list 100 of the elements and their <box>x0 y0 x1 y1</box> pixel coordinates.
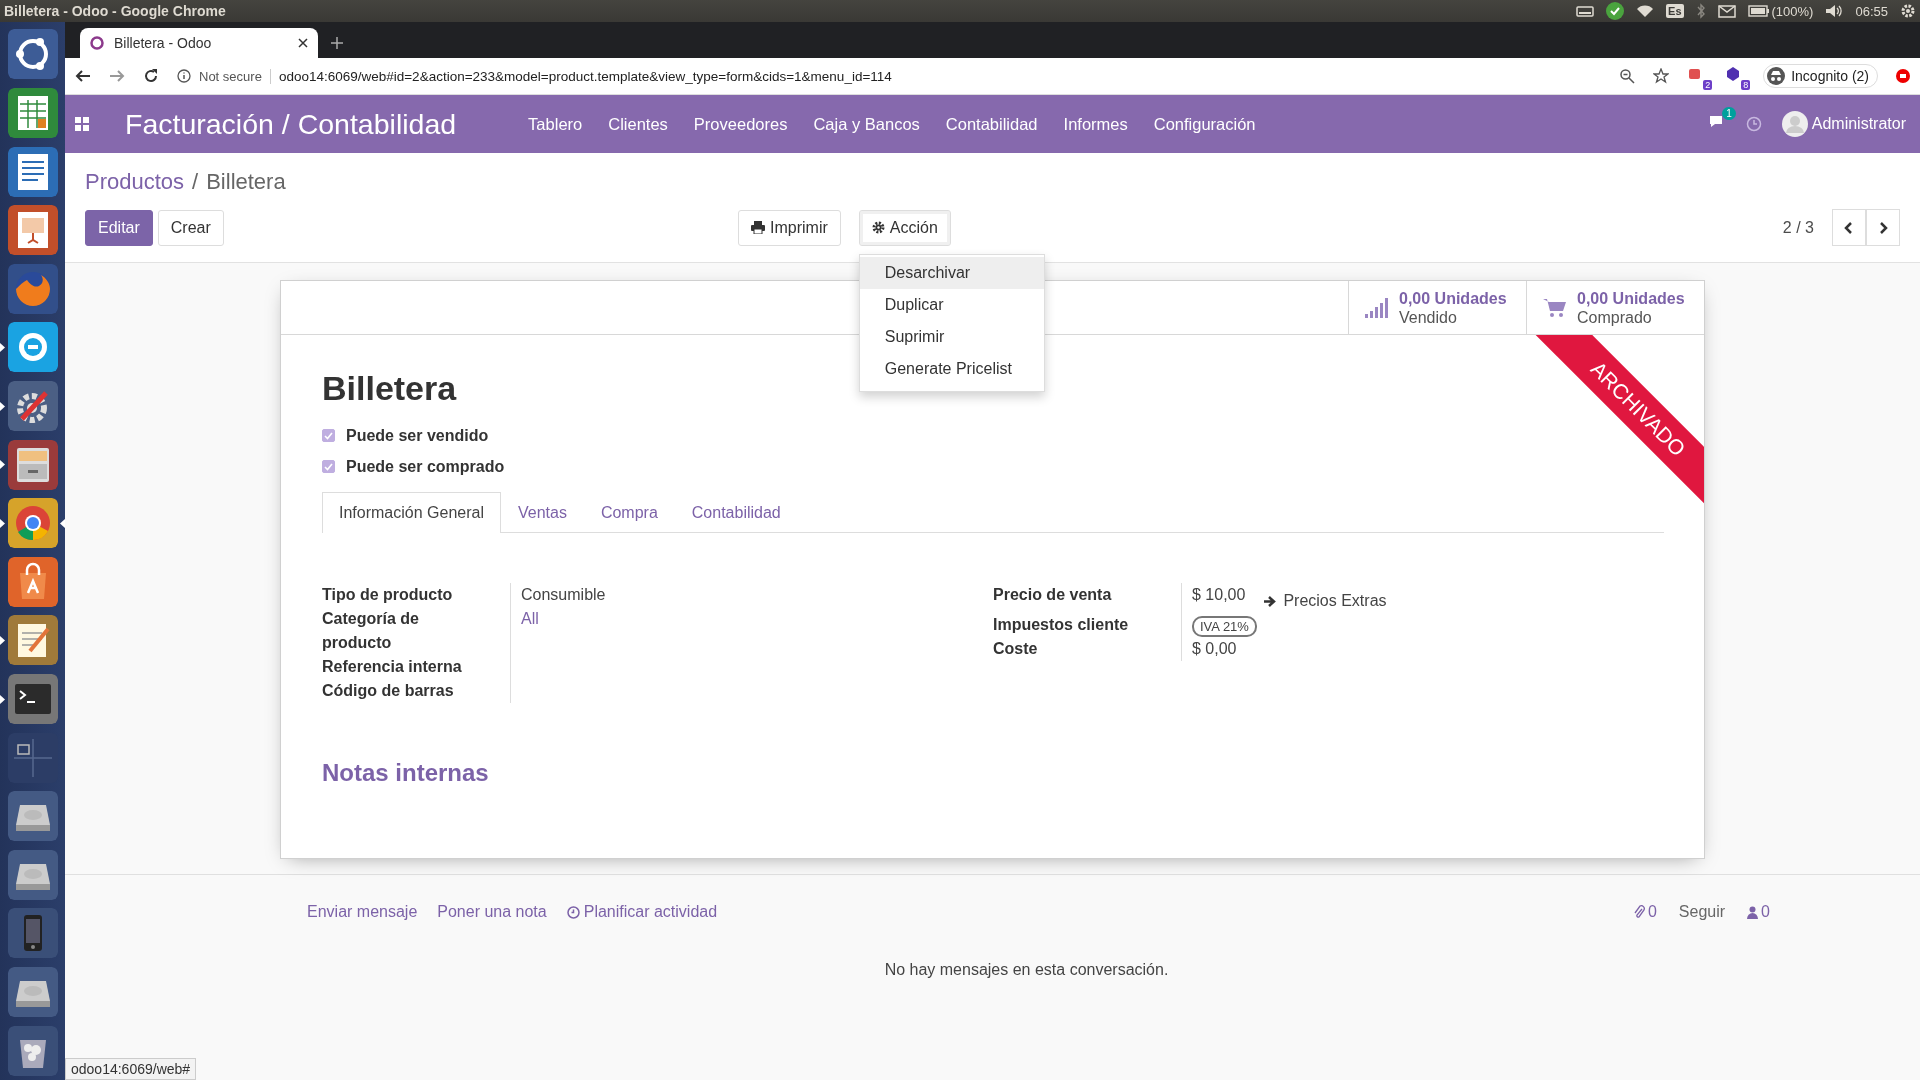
shopping-bag-icon[interactable] <box>7 556 58 607</box>
menu-item[interactable]: Duplicar <box>859 288 1044 321</box>
attachments-button[interactable]: 0 <box>1633 903 1657 921</box>
site-icon <box>90 36 104 50</box>
stat-button[interactable]: 0,00 Unidades Vendido <box>1348 281 1526 334</box>
next-button[interactable] <box>1866 209 1900 246</box>
previous-button[interactable] <box>1832 209 1866 246</box>
breadcrumb-current: Billetera <box>206 169 286 195</box>
form-tab[interactable]: Información General <box>322 492 501 533</box>
hard-drive-icon[interactable] <box>7 849 58 900</box>
security-label[interactable]: Not secure <box>199 68 271 84</box>
zoom-icon[interactable] <box>1619 68 1636 84</box>
presentation-icon[interactable] <box>7 205 58 256</box>
wifi-icon[interactable] <box>1636 4 1655 18</box>
paperclip-icon <box>1633 905 1645 919</box>
check-icon[interactable] <box>1606 2 1625 20</box>
stat-button[interactable]: 0,00 Unidades Comprado <box>1526 281 1704 334</box>
terminal-icon[interactable] <box>7 674 58 724</box>
browser-icon[interactable] <box>7 498 58 549</box>
document-icon[interactable] <box>7 146 58 197</box>
settings-icon[interactable] <box>1900 3 1916 19</box>
running-indicator-icon <box>0 636 5 646</box>
reload-icon[interactable] <box>143 68 159 84</box>
bar-chart-icon <box>1365 297 1389 318</box>
close-icon[interactable] <box>298 38 308 48</box>
menu-item[interactable]: Generate Pricelist <box>859 352 1044 385</box>
field-label: Coste <box>993 639 1039 659</box>
window-title: Billetera - Odoo - Google Chrome <box>4 3 227 19</box>
address-field[interactable]: odoo14:6069/web#id=2&action=233&model=product.template&view_type=form&cids=1&menu_id=114 <box>278 68 892 84</box>
field-label: Precio de venta <box>993 585 1113 605</box>
notepad-icon[interactable] <box>7 615 58 666</box>
action-button[interactable]: Acción <box>858 209 951 246</box>
browser-tab[interactable]: Billetera - Odoo <box>80 28 318 58</box>
menu-item[interactable]: Tablero <box>528 114 583 134</box>
extra-prices-button[interactable]: Precios Extras <box>1263 589 1387 613</box>
star-icon[interactable] <box>1653 68 1670 84</box>
person-icon <box>1747 905 1759 919</box>
section-title: Notas internas <box>322 759 490 787</box>
menu-item[interactable]: Clientes <box>608 114 668 134</box>
running-indicator-icon <box>0 694 5 704</box>
stat-value: 0,00 Unidades <box>1399 288 1507 308</box>
extension-icon[interactable] <box>1896 69 1910 83</box>
create-button[interactable]: Crear <box>157 209 224 246</box>
form-tab[interactable]: Contabilidad <box>674 492 798 532</box>
field-value: $ 10,00 <box>1192 585 1246 605</box>
back-icon[interactable] <box>75 68 91 84</box>
user-menu[interactable]: Administrator <box>1781 111 1906 137</box>
battery-icon[interactable] <box>1747 5 1770 17</box>
keyboard-layout[interactable]: Es <box>1666 4 1684 18</box>
menu-item[interactable]: Caja y Bancos <box>813 114 920 134</box>
wrench-gear-icon[interactable] <box>7 380 58 431</box>
chevron-left-icon <box>1844 221 1854 234</box>
field-label: Referencia interna <box>322 657 463 677</box>
form-tab[interactable]: Ventas <box>500 492 584 532</box>
menu-item[interactable]: Suprimir <box>859 320 1044 353</box>
chatter-link[interactable]: Enviar mensaje <box>307 903 418 921</box>
form-tab[interactable]: Compra <box>583 492 675 532</box>
empty-message: No hay mensajes en esta conversación. <box>883 961 1170 979</box>
volume-icon[interactable] <box>1825 4 1844 18</box>
spreadsheet-icon[interactable] <box>7 87 58 138</box>
checkbox[interactable] <box>322 460 335 473</box>
bluetooth-icon[interactable] <box>1695 3 1706 19</box>
edit-button[interactable]: Editar <box>85 209 153 246</box>
stat-value: 0,00 Unidades <box>1577 288 1685 308</box>
app-grid-icon[interactable] <box>75 117 89 131</box>
app-title[interactable]: Facturación / Contabilidad <box>125 107 457 141</box>
breadcrumb-link[interactable]: Productos <box>85 169 185 195</box>
printer-icon <box>751 221 765 234</box>
chatter-link[interactable]: Planificar actividad <box>566 903 718 921</box>
hard-drive-icon[interactable] <box>7 791 58 842</box>
tax-tag[interactable]: IVA 21% <box>1192 616 1257 637</box>
file-cabinet-icon[interactable] <box>7 439 58 490</box>
checkbox-label: Puede ser vendido <box>346 426 489 445</box>
circle-logo-icon[interactable] <box>7 29 58 80</box>
trash-icon[interactable] <box>7 1025 58 1076</box>
forward-icon[interactable] <box>109 68 125 84</box>
globe-icon[interactable] <box>7 263 58 314</box>
status-url: odoo14:6069/web# <box>65 1058 197 1080</box>
checkbox[interactable] <box>322 429 335 442</box>
follow-button[interactable]: Seguir <box>1678 903 1726 921</box>
hard-drive-icon[interactable] <box>7 967 58 1018</box>
print-button[interactable]: Imprimir <box>738 209 841 246</box>
arrow-right-icon <box>1263 594 1278 608</box>
menu-item[interactable]: Proveedores <box>693 114 788 134</box>
clock[interactable]: 06:55 <box>1855 3 1888 19</box>
field-link[interactable]: All <box>521 607 539 631</box>
field-label: Categoría de producto <box>322 609 420 653</box>
menu-item[interactable]: Contabilidad <box>945 114 1038 134</box>
drive-icon[interactable] <box>1576 5 1595 17</box>
menu-item[interactable]: Configuración <box>1153 114 1256 134</box>
menu-item[interactable]: Informes <box>1063 114 1128 134</box>
field-value: Consumible <box>521 585 606 605</box>
chatter-link[interactable]: Poner una nota <box>437 903 547 921</box>
field-value: $ 0,00 <box>1192 639 1237 659</box>
menu-item[interactable]: Desarchivar <box>859 256 1044 289</box>
new-tab-icon[interactable] <box>330 36 344 50</box>
product-name: Billetera <box>322 369 457 408</box>
followers-button[interactable]: 0 <box>1747 903 1770 921</box>
mail-icon[interactable] <box>1717 4 1736 18</box>
pager-value: 2 / 3 <box>1782 218 1814 237</box>
